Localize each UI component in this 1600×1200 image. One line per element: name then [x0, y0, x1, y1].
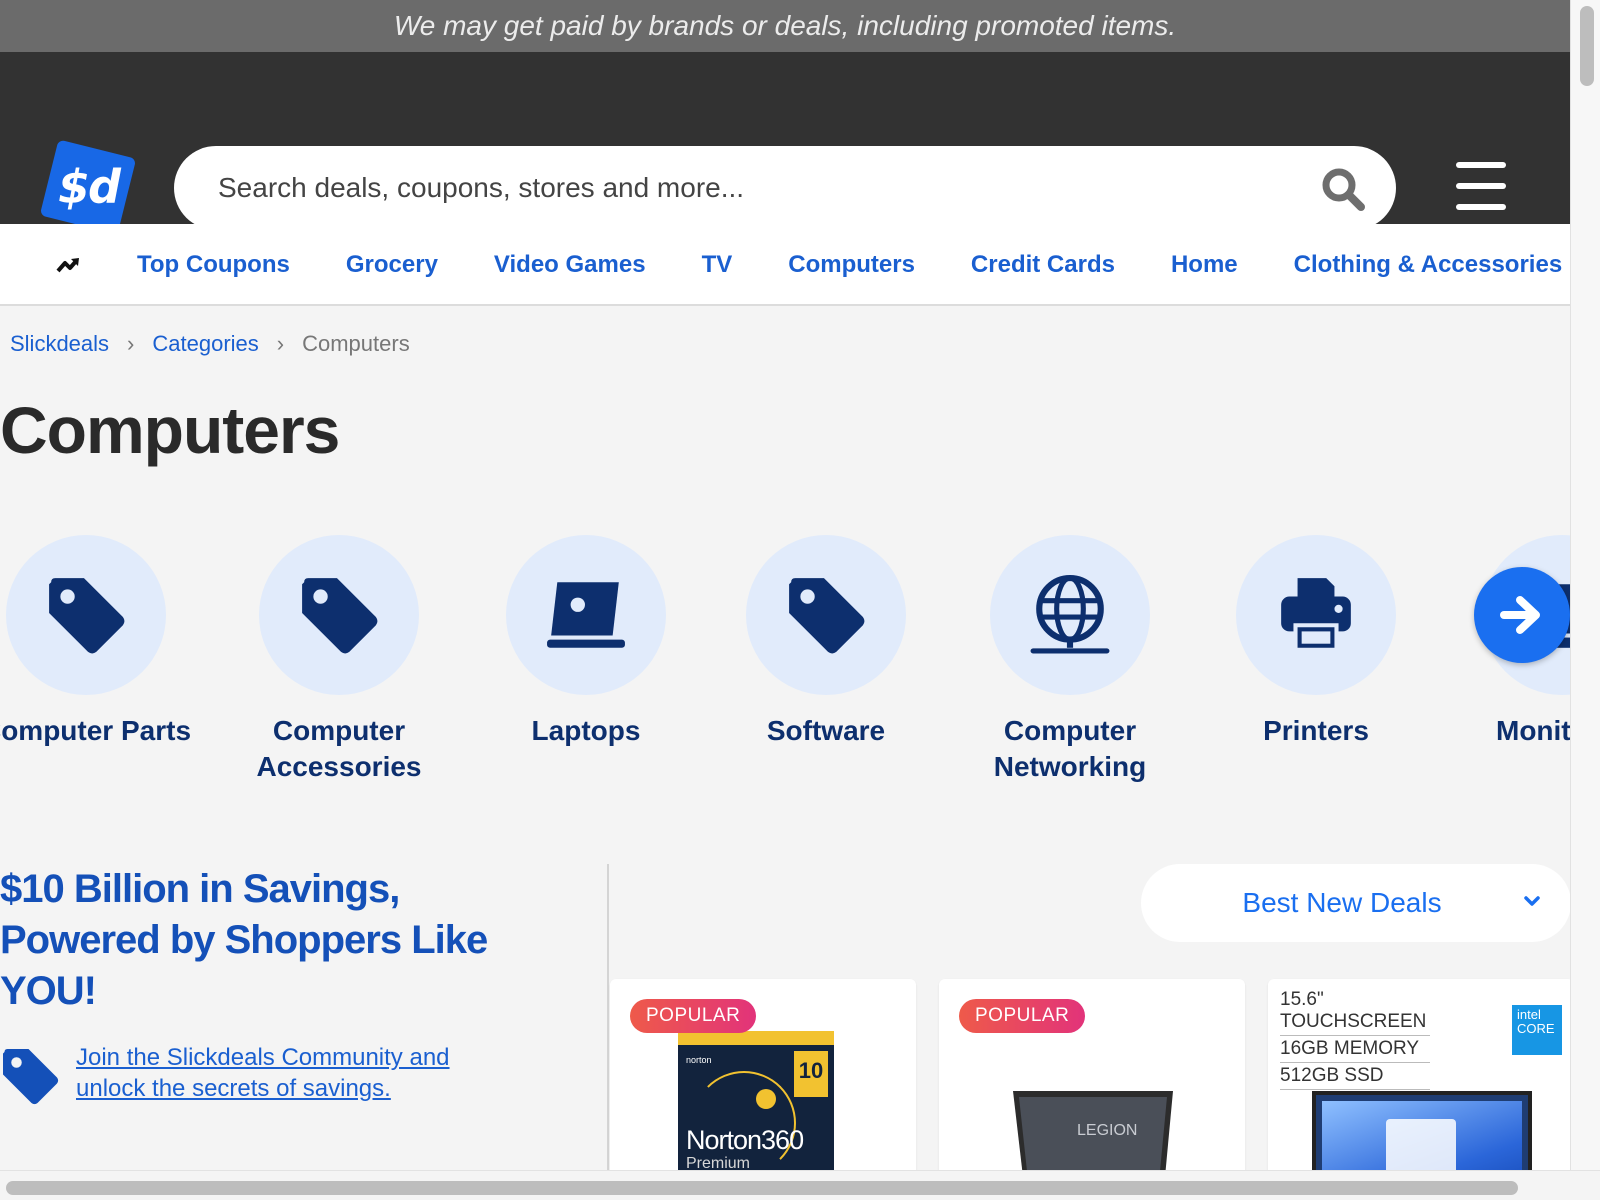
intel-core-logo: intel CORE: [1512, 1005, 1562, 1055]
sponsorship-disclosure: We may get paid by brands or deals, incl…: [0, 0, 1570, 52]
category-software[interactable]: Software: [706, 535, 946, 749]
horizontal-scroll-thumb[interactable]: [6, 1181, 1518, 1195]
vertical-scroll-thumb[interactable]: [1580, 6, 1594, 86]
join-community-link[interactable]: Join the Slickdeals Community and unlock…: [76, 1042, 496, 1104]
category-label: Computer Networking: [993, 715, 1147, 782]
category-computer-accessories[interactable]: Computer Accessories: [219, 535, 459, 785]
deal-specs: 15.6" TOUCHSCREEN 16GB MEMORY 512GB SSD: [1280, 987, 1430, 1090]
deal-product-image: [1312, 1091, 1532, 1170]
trending-icon[interactable]: [56, 256, 80, 274]
category-laptops[interactable]: Laptops: [466, 535, 706, 749]
menu-icon[interactable]: [1456, 162, 1506, 214]
category-printers[interactable]: Printers: [1196, 535, 1436, 749]
chevron-right-icon: ›: [127, 331, 135, 356]
search-bar: [174, 146, 1396, 230]
chevron-right-icon: ›: [276, 331, 285, 356]
popular-badge: POPULAR: [959, 999, 1086, 1033]
nav-link-home[interactable]: Home: [1171, 251, 1238, 279]
deal-card[interactable]: POPULAR LEGION: [939, 979, 1245, 1170]
popular-badge: POPULAR: [630, 999, 757, 1033]
search-icon[interactable]: [1320, 166, 1366, 212]
breadcrumb: Slickdeals › Categories › Computers: [10, 331, 410, 357]
slickdeals-logo[interactable]: $d: [39, 139, 137, 235]
deal-product-image: norton 10 Norton360 Premium: [678, 1031, 834, 1170]
page-title: Computers: [0, 393, 340, 467]
nav-link-top-coupons[interactable]: Top Coupons: [137, 251, 290, 279]
nav-link-clothing-accessories[interactable]: Clothing & Accessories: [1294, 251, 1563, 279]
deal-card[interactable]: POPULAR norton 10 Norton360 Premium: [610, 979, 916, 1170]
category-label: Printers: [1263, 715, 1369, 746]
breadcrumb-current: Computers: [302, 331, 410, 356]
promo-headline: $10 Billion in Savings, Powered by Shopp…: [0, 867, 488, 1013]
vertical-scrollbar[interactable]: [1570, 0, 1600, 1170]
breadcrumb-slickdeals[interactable]: Slickdeals: [10, 331, 109, 357]
chevron-down-icon: [1524, 896, 1540, 906]
nav-link-grocery[interactable]: Grocery: [346, 251, 438, 279]
horizontal-scrollbar[interactable]: [0, 1170, 1600, 1200]
laptop-icon: [547, 582, 625, 648]
logo-text: $d: [57, 160, 119, 214]
carousel-next-button[interactable]: [1474, 567, 1570, 663]
nav-link-credit-cards[interactable]: Credit Cards: [971, 251, 1115, 279]
category-label: Computer Parts: [0, 715, 192, 746]
search-input[interactable]: [218, 146, 1298, 230]
tag-icon: [789, 578, 865, 654]
category-label: Monit: [1496, 715, 1570, 746]
site-header: $d: [0, 52, 1570, 235]
nav-link-tv[interactable]: TV: [702, 251, 733, 279]
breadcrumb-categories[interactable]: Categories: [152, 331, 258, 357]
deal-card[interactable]: 15.6" TOUCHSCREEN 16GB MEMORY 512GB SSD …: [1268, 979, 1570, 1170]
column-divider: [607, 864, 609, 1170]
nav-link-video-games[interactable]: Video Games: [494, 251, 646, 279]
nav-link-computers[interactable]: Computers: [788, 251, 915, 279]
category-computer-parts[interactable]: Computer Parts: [0, 535, 206, 749]
category-label: Laptops: [531, 715, 641, 746]
category-label: Computer Accessories: [256, 715, 422, 782]
category-computer-networking[interactable]: Computer Networking: [950, 535, 1190, 785]
sort-dropdown[interactable]: Best New Deals: [1141, 864, 1570, 942]
printer-icon: [1281, 578, 1351, 652]
nav-links: Top Coupons Grocery Video Games TV Compu…: [137, 224, 1570, 304]
browser-viewport: We may get paid by brands or deals, incl…: [0, 0, 1570, 1170]
category-label: Software: [766, 715, 886, 746]
tag-icon: [3, 1049, 59, 1105]
deal-product-image: LEGION: [1013, 1091, 1173, 1170]
sort-selected-value: Best New Deals: [1242, 887, 1442, 918]
category-nav: Top Coupons Grocery Video Games TV Compu…: [0, 224, 1570, 306]
svg-text:LEGION: LEGION: [1077, 1122, 1137, 1139]
globe-network-icon: [1030, 575, 1110, 654]
tag-icon: [49, 578, 125, 654]
tag-icon: [302, 578, 378, 654]
arrow-right-icon: [1500, 596, 1540, 634]
